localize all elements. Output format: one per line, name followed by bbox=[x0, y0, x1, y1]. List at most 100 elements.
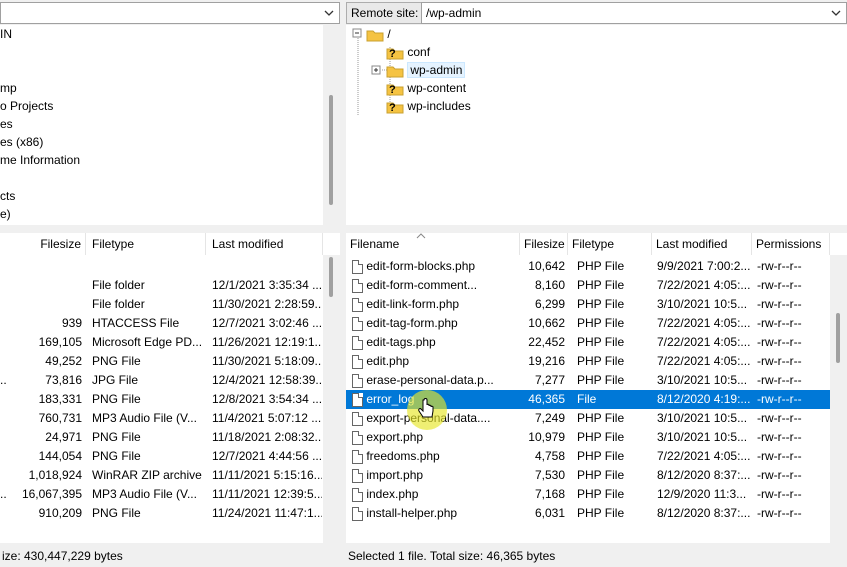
table-row[interactable]: edit-form-blocks.php 10,642 PHP File 9/9/20… bbox=[346, 257, 830, 276]
file-size-cell: 8,160 bbox=[534, 278, 565, 292]
table-row[interactable]: freedoms.php 4,758 PHP File 7/22/2021 4:05:… bbox=[346, 447, 830, 466]
remote-file-list[interactable]: Filename Filesize Filetype Last modified… bbox=[346, 233, 847, 543]
tree-item[interactable]: IN bbox=[0, 25, 12, 43]
table-row[interactable]: 939 HTACCESS File 12/7/2021 3:02:46 ... bbox=[0, 314, 323, 333]
table-row[interactable]: edit-tag-form.php 10,662 PHP File 7/22/2021… bbox=[346, 314, 830, 333]
table-row[interactable]: 1,018,924 WinRAR ZIP archive 11/11/2021 5:… bbox=[0, 466, 323, 485]
file-modified-cell: 3/10/2021 10:5... bbox=[657, 297, 748, 311]
tree-node-wp-includes[interactable]: ? wp-includes bbox=[386, 97, 471, 115]
remote-path-combobox[interactable]: /wp-admin bbox=[421, 2, 847, 24]
table-row[interactable]: edit-tags.php 22,452 PHP File 7/22/2021 4:0… bbox=[346, 333, 830, 352]
file-size-cell: 6,299 bbox=[534, 297, 565, 311]
table-row[interactable]: 169,105 Microsoft Edge PD... 11/26/2021 12… bbox=[0, 333, 323, 352]
folder-icon bbox=[366, 28, 384, 42]
table-row[interactable]: File folder 12/1/2021 3:35:34 ... bbox=[0, 276, 323, 295]
file-type-cell: MP3 Audio File (V... bbox=[92, 411, 197, 425]
tree-item[interactable]: o Projects bbox=[0, 97, 53, 115]
tree-item[interactable]: cts bbox=[0, 187, 15, 205]
tree-node-wp-admin[interactable]: wp-admin bbox=[386, 61, 466, 79]
file-modified-cell: 7/22/2021 4:05:... bbox=[657, 449, 751, 463]
table-row[interactable]: 760,731 MP3 Audio File (V... 11/4/2021 5:0… bbox=[0, 409, 323, 428]
column-header-filesize[interactable]: Filesize bbox=[520, 233, 568, 255]
table-row[interactable]: edit-form-comment... 8,160 PHP File 7/22/20… bbox=[346, 276, 830, 295]
file-size-cell: 19,216 bbox=[528, 354, 565, 368]
file-size-cell: 144,054 bbox=[38, 449, 82, 463]
file-permissions-cell: -rw-r--r-- bbox=[757, 316, 802, 330]
table-row[interactable]: edit.php 19,216 PHP File 7/22/2021 4:05:...… bbox=[346, 352, 830, 371]
tree-node-wp-content[interactable]: ? wp-content bbox=[386, 79, 466, 97]
local-file-list[interactable]: Filesize Filetype Last modified File fol… bbox=[0, 233, 340, 543]
file-icon bbox=[352, 335, 363, 350]
column-header-filename[interactable]: Filename bbox=[346, 233, 520, 255]
file-modified-cell: 11/18/2021 2:08:32... bbox=[212, 430, 322, 444]
column-header-filetype[interactable]: Filetype bbox=[568, 233, 652, 255]
tree-node-label: conf bbox=[407, 45, 431, 59]
file-size-cell: 7,168 bbox=[534, 487, 565, 501]
chevron-down-icon[interactable] bbox=[829, 6, 843, 20]
file-size-cell: 16,067,395 bbox=[21, 487, 82, 501]
file-type-cell: PHP File bbox=[577, 468, 625, 482]
table-row[interactable]: 24,971 PNG File 11/18/2021 2:08:32... bbox=[0, 428, 323, 447]
table-row[interactable]: edit-link-form.php 6,299 PHP File 3/10/2021… bbox=[346, 295, 830, 314]
file-modified-cell: 11/11/2021 12:39:5... bbox=[212, 487, 322, 501]
file-type-cell: PNG File bbox=[92, 506, 141, 520]
file-permissions-cell: -rw-r--r-- bbox=[757, 506, 802, 520]
local-path-combobox[interactable] bbox=[0, 2, 340, 24]
folder-open-icon bbox=[386, 64, 404, 78]
unknown-folder-icon: ? bbox=[386, 100, 404, 114]
file-size-cell: 73,816 bbox=[45, 373, 82, 387]
column-header-permissions[interactable]: Permissions bbox=[752, 233, 830, 255]
file-modified-cell: 12/1/2021 3:35:34 ... bbox=[212, 278, 322, 292]
file-name-cell: erase-personal-data.p... bbox=[352, 371, 518, 390]
file-type-cell: PHP File bbox=[577, 487, 625, 501]
column-header-filetype[interactable]: Filetype bbox=[88, 233, 206, 255]
local-directory-tree[interactable]: IN mp o Projects es es (x86) me Informat… bbox=[0, 25, 340, 225]
local-tree-scrollbar[interactable] bbox=[323, 25, 340, 225]
file-type-cell: PNG File bbox=[92, 354, 141, 368]
column-header-last-modified[interactable]: Last modified bbox=[652, 233, 752, 255]
file-type-cell: PHP File bbox=[577, 354, 625, 368]
table-row[interactable]: import.php 7,530 PHP File 8/12/2020 8:37:..… bbox=[346, 466, 830, 485]
file-icon bbox=[352, 316, 363, 331]
table-row[interactable]: File folder 11/30/2021 2:28:59... bbox=[0, 295, 323, 314]
tree-item[interactable]: es bbox=[0, 115, 13, 133]
file-name-cell: edit-link-form.php bbox=[352, 295, 518, 314]
file-modified-cell: 8/12/2020 8:37:... bbox=[657, 468, 751, 482]
file-modified-cell: 9/9/2021 7:00:2... bbox=[657, 259, 751, 273]
tree-item[interactable]: e) bbox=[0, 205, 11, 223]
tree-node-conf[interactable]: ? conf bbox=[386, 43, 430, 61]
file-type-cell: File folder bbox=[92, 278, 145, 292]
table-row[interactable]: install-helper.php 6,031 PHP File 8/12/2020… bbox=[346, 504, 830, 523]
table-row[interactable]: export.php 10,979 PHP File 3/10/2021 10:5..… bbox=[346, 428, 830, 447]
file-size-cell: 939 bbox=[61, 316, 82, 330]
file-size-cell: 6,031 bbox=[534, 506, 565, 520]
file-modified-cell: 3/10/2021 10:5... bbox=[657, 430, 748, 444]
tree-item[interactable]: me Information bbox=[0, 151, 80, 169]
file-size-cell: 760,731 bbox=[38, 411, 82, 425]
file-modified-cell: 11/11/2021 5:15:16... bbox=[212, 468, 322, 482]
remote-site-label: Remote site: bbox=[346, 2, 424, 24]
remote-directory-tree[interactable]: / ? conf wp-admin ? wp-content ? wp-incl… bbox=[346, 25, 847, 225]
file-icon bbox=[352, 468, 363, 483]
file-modified-cell: 11/24/2021 11:47:1... bbox=[212, 506, 322, 520]
file-type-cell: File bbox=[577, 392, 597, 406]
table-row[interactable]: .. 16,067,395 MP3 Audio File (V... 11/11/20… bbox=[0, 485, 323, 504]
local-list-scrollbar[interactable] bbox=[323, 255, 340, 543]
table-row[interactable]: index.php 7,168 PHP File 12/9/2020 11:3... -… bbox=[346, 485, 830, 504]
file-icon bbox=[352, 449, 363, 464]
table-row[interactable]: 183,331 PNG File 12/8/2021 3:54:34 ... bbox=[0, 390, 323, 409]
table-row[interactable]: 144,054 PNG File 12/7/2021 4:44:56 ... bbox=[0, 447, 323, 466]
column-header-last-modified[interactable]: Last modified bbox=[208, 233, 323, 255]
file-permissions-cell: -rw-r--r-- bbox=[757, 354, 802, 368]
table-row[interactable]: .. 73,816 JPG File 12/4/2021 12:58:39... bbox=[0, 371, 323, 390]
tree-item[interactable]: mp bbox=[0, 79, 17, 97]
table-row[interactable]: 49,252 PNG File 11/30/2021 5:18:09... bbox=[0, 352, 323, 371]
column-header-filesize[interactable]: Filesize bbox=[0, 233, 86, 255]
table-row[interactable]: erase-personal-data.p... 7,277 PHP File 3/1… bbox=[346, 371, 830, 390]
table-row[interactable]: 910,209 PNG File 11/24/2021 11:47:1... bbox=[0, 504, 323, 523]
remote-list-scrollbar[interactable] bbox=[830, 255, 847, 543]
tree-item[interactable]: es (x86) bbox=[0, 133, 43, 151]
tree-node-root[interactable]: / bbox=[366, 25, 391, 43]
file-type-cell: File folder bbox=[92, 297, 145, 311]
chevron-down-icon[interactable] bbox=[322, 6, 336, 20]
